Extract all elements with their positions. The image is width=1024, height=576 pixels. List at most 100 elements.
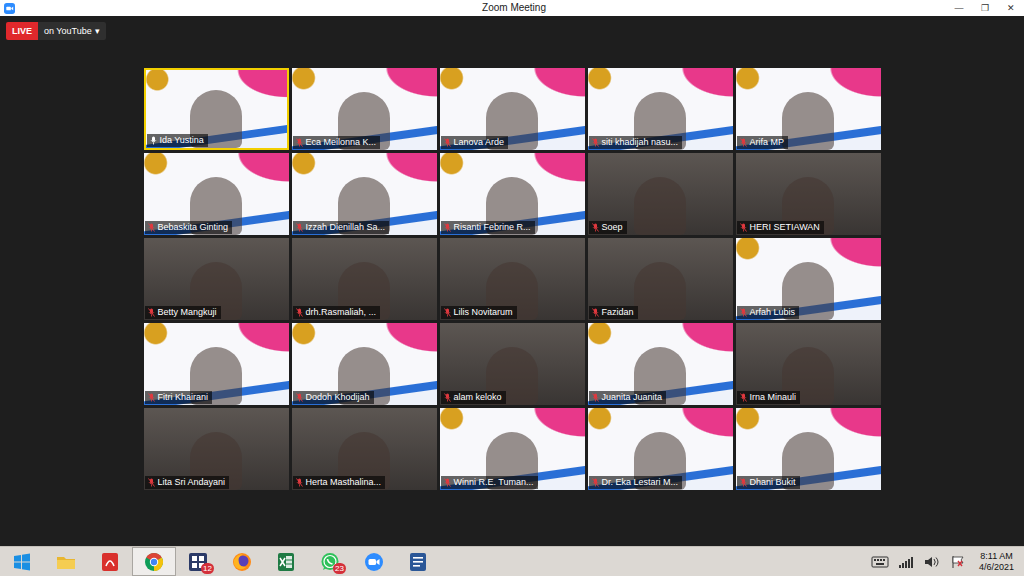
participant-tile[interactable]: drh.Rasmaliah, ... <box>292 238 437 320</box>
participant-name: HERI SETIAWAN <box>750 222 820 233</box>
name-label: drh.Rasmaliah, ... <box>293 306 381 319</box>
muted-mic-icon <box>444 393 451 402</box>
keyboard-icon[interactable] <box>871 555 889 569</box>
mic-icon <box>150 136 157 145</box>
live-indicator[interactable]: LIVEon YouTube▾ <box>6 22 1018 40</box>
muted-mic-icon <box>296 223 303 232</box>
muted-mic-icon <box>592 478 599 487</box>
muted-mic-icon <box>740 393 747 402</box>
caret-icon[interactable]: ▾ <box>95 25 100 37</box>
zoom-icon <box>363 551 385 573</box>
participant-name: Irna Minauli <box>750 392 797 403</box>
participant-name: Soep <box>602 222 623 233</box>
muted-mic-icon <box>296 138 303 147</box>
muted-mic-icon <box>444 478 451 487</box>
gallery-grid: Ida Yustina Eca Meilonna K...Lanova Arde s… <box>144 68 881 490</box>
participant-tile[interactable]: Juanita Juanita <box>588 323 733 405</box>
participant-tile[interactable]: Fazidan <box>588 238 733 320</box>
signal-icon[interactable] <box>897 555 915 569</box>
participant-tile[interactable]: HERI SETIAWAN <box>736 153 881 235</box>
participant-tile[interactable]: Dr. Eka Lestari M... <box>588 408 733 490</box>
taskbar-app[interactable]: 12 <box>176 547 220 576</box>
taskbar-app[interactable] <box>44 547 88 576</box>
participant-tile[interactable]: Izzah Dienillah Sa... <box>292 153 437 235</box>
excel-icon <box>275 551 297 573</box>
participant-name: siti khadijah nasu... <box>602 137 679 148</box>
participant-tile[interactable]: siti khadijah nasu... <box>588 68 733 150</box>
muted-mic-icon <box>740 308 747 317</box>
participant-name: Risanti Febrine R... <box>454 222 531 233</box>
action-center-icon <box>949 555 967 569</box>
muted-mic-icon <box>148 308 155 317</box>
name-label: Winni R.E. Tuman... <box>441 476 538 489</box>
participant-tile[interactable]: Soep <box>588 153 733 235</box>
muted-mic-icon <box>592 138 599 147</box>
participant-name: Ida Yustina <box>160 135 204 146</box>
start-icon <box>11 551 33 573</box>
taskbar-app[interactable] <box>88 547 132 576</box>
start-button[interactable] <box>0 547 44 576</box>
taskbar-app[interactable] <box>352 547 396 576</box>
restore-button[interactable]: ❐ <box>972 0 998 16</box>
name-label: Soep <box>589 221 627 234</box>
muted-mic-icon <box>444 308 451 317</box>
participant-tile[interactable]: Bebaskita Ginting <box>144 153 289 235</box>
muted-mic-icon <box>296 393 303 402</box>
muted-mic-icon <box>444 478 451 487</box>
muted-mic-icon <box>592 393 599 402</box>
taskbar-app[interactable] <box>220 547 264 576</box>
name-label: Dhani Bukit <box>737 476 800 489</box>
participant-tile[interactable]: Arfah Lubis <box>736 238 881 320</box>
zoom-icon <box>363 551 385 573</box>
muted-mic-icon <box>444 223 451 232</box>
muted-mic-icon <box>592 223 599 232</box>
muted-mic-icon <box>740 393 747 402</box>
participant-tile[interactable]: Winni R.E. Tuman... <box>440 408 585 490</box>
zoom-app-icon <box>4 3 15 14</box>
zoom-app-icon <box>4 3 15 14</box>
muted-mic-icon <box>444 223 451 232</box>
muted-mic-icon <box>740 478 747 487</box>
participant-name: Fazidan <box>602 307 634 318</box>
taskbar-app[interactable] <box>132 547 176 576</box>
explorer-icon <box>55 551 77 573</box>
participant-tile[interactable]: Arifa MP <box>736 68 881 150</box>
participant-name: Lita Sri Andayani <box>158 477 226 488</box>
stream-target[interactable]: on YouTube▾ <box>38 22 106 40</box>
clock[interactable]: 8:11 AM4/6/2021 <box>975 551 1018 573</box>
muted-mic-icon <box>148 308 155 317</box>
participant-tile[interactable]: Herta Masthalina... <box>292 408 437 490</box>
muted-mic-icon <box>148 223 155 232</box>
muted-mic-icon <box>148 223 155 232</box>
stream-label: on YouTube <box>44 25 92 37</box>
muted-mic-icon <box>740 308 747 317</box>
participant-tile[interactable]: Irna Minauli <box>736 323 881 405</box>
participant-name: Betty Mangkuji <box>158 307 217 318</box>
taskbar-app[interactable] <box>264 547 308 576</box>
participant-tile[interactable]: Dodoh Khodijah <box>292 323 437 405</box>
system-tray: 8:11 AM4/6/2021 <box>871 551 1024 573</box>
volume-icon[interactable] <box>923 555 941 569</box>
minimize-button[interactable]: — <box>946 0 972 16</box>
close-button[interactable]: ✕ <box>998 0 1024 16</box>
name-label: Dodoh Khodijah <box>293 391 374 404</box>
action-center-icon[interactable] <box>949 555 967 569</box>
name-label: Lita Sri Andayani <box>145 476 230 489</box>
participant-name: Dodoh Khodijah <box>306 392 370 403</box>
taskbar-app[interactable] <box>396 547 440 576</box>
participant-tile[interactable]: Eca Meilonna K... <box>292 68 437 150</box>
participant-tile[interactable]: Ida Yustina <box>144 68 289 150</box>
participant-tile[interactable]: Fitri Khairani <box>144 323 289 405</box>
participant-tile[interactable]: Risanti Febrine R... <box>440 153 585 235</box>
participant-tile[interactable]: Lita Sri Andayani <box>144 408 289 490</box>
word-icon <box>407 551 429 573</box>
participant-tile[interactable]: Lanova Arde <box>440 68 585 150</box>
participant-tile[interactable]: alam keloko <box>440 323 585 405</box>
participant-tile[interactable]: Betty Mangkuji <box>144 238 289 320</box>
participant-name: Lilis Novitarum <box>454 307 513 318</box>
name-label: HERI SETIAWAN <box>737 221 824 234</box>
participant-tile[interactable]: Lilis Novitarum <box>440 238 585 320</box>
muted-mic-icon <box>148 393 155 402</box>
taskbar-app[interactable]: 23 <box>308 547 352 576</box>
participant-tile[interactable]: Dhani Bukit <box>736 408 881 490</box>
